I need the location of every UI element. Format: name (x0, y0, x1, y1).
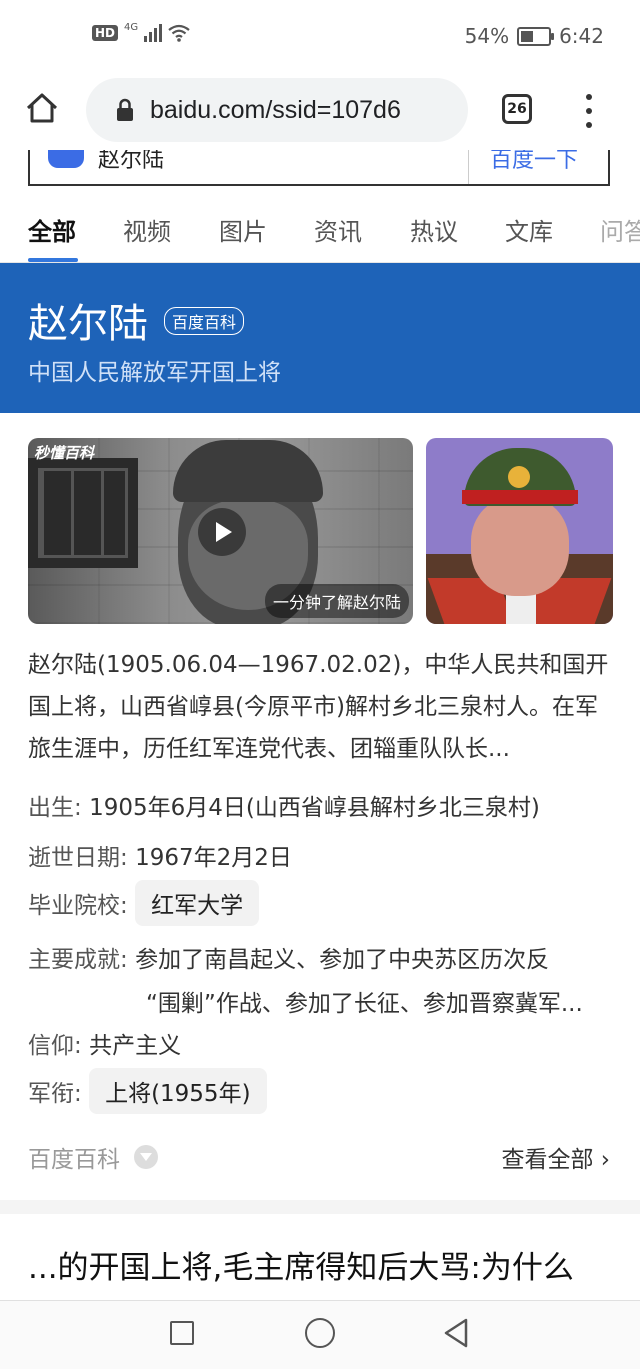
tab-qa[interactable]: 问答 (600, 212, 640, 247)
system-nav-bar (0, 1300, 640, 1369)
source-label: 百度百科 (28, 1147, 120, 1173)
rank-chip[interactable]: 上将(1955年) (89, 1068, 267, 1114)
video-thumbnail[interactable]: 秒懂百科 一分钟了解赵尔陆 (28, 438, 413, 624)
info-birth: 出生: 1905年6月4日(山西省崞县解村乡北三泉村) (28, 788, 618, 822)
achievements-value-line1: 参加了南昌起义、参加了中央苏区历次反 (135, 947, 550, 973)
info-achievements: 主要成就: 参加了南昌起义、参加了中央苏区历次反 (28, 940, 618, 974)
death-label: 逝世日期: (28, 845, 128, 871)
network-type: 4G (124, 21, 139, 33)
portrait-image[interactable] (426, 438, 613, 624)
portrait-face (471, 496, 569, 596)
info-death: 逝世日期: 1967年2月2日 (28, 838, 618, 872)
video-caption: 一分钟了解赵尔陆 (264, 584, 409, 618)
tab-switcher-button[interactable]: 26 (502, 94, 532, 124)
signal-icon (144, 24, 163, 42)
search-button[interactable]: 百度一下 (490, 150, 578, 174)
tab-video[interactable]: 视频 (123, 212, 171, 247)
search-box[interactable]: 赵尔陆 百度一下 (28, 150, 610, 186)
baike-header[interactable]: 赵尔陆 百度百科 中国人民解放军开国上将 (0, 263, 640, 413)
section-divider (0, 1200, 640, 1214)
tab-discussion[interactable]: 热议 (410, 212, 458, 247)
tab-news[interactable]: 资讯 (314, 212, 362, 247)
tab-wenku[interactable]: 文库 (505, 212, 553, 247)
portrait-badge (508, 466, 530, 488)
more-menu-icon[interactable] (582, 94, 596, 128)
achievements-label: 主要成就: (28, 947, 128, 973)
home-icon[interactable] (24, 90, 60, 126)
url-text: baidu.com/ssid=107d6 (150, 95, 401, 124)
status-left: HD 4G (92, 21, 190, 42)
tab-images[interactable]: 图片 (219, 212, 267, 247)
entity-subtitle: 中国人民解放军开国上将 (28, 360, 281, 386)
belief-value: 共产主义 (89, 1033, 182, 1059)
back-icon[interactable] (442, 1317, 470, 1349)
entity-name: 赵尔陆 (28, 301, 148, 347)
video-brand-logo: 秒懂百科 (34, 444, 95, 462)
next-result-title[interactable]: ...的开国上将,毛主席得知后大骂:为什么 (28, 1242, 618, 1287)
play-icon[interactable] (198, 508, 246, 556)
browser-toolbar: baidu.com/ssid=107d6 26 (0, 72, 640, 150)
info-belief: 信仰: 共产主义 (28, 1026, 618, 1060)
recents-icon[interactable] (170, 1321, 194, 1345)
address-bar[interactable]: baidu.com/ssid=107d6 (86, 78, 468, 142)
belief-label: 信仰: (28, 1033, 82, 1059)
hd-icon: HD (92, 25, 119, 41)
card-source[interactable]: 百度百科 (28, 1140, 158, 1174)
tab-all[interactable]: 全部 (28, 212, 76, 247)
birth-value: 1905年6月4日(山西省崞县解村乡北三泉村) (89, 795, 540, 821)
clock: 6:42 (559, 24, 604, 48)
entity-description[interactable]: 赵尔陆(1905.06.04—1967.02.02)，中华人民共和国开国上将，山… (28, 644, 618, 770)
view-all-link[interactable]: 查看全部 › (501, 1140, 610, 1174)
home-nav-icon[interactable] (305, 1318, 335, 1348)
status-bar: HD 4G 54% 6:42 (0, 0, 640, 72)
active-tab-indicator (28, 258, 78, 262)
info-rank: 军衔: 上将(1955年) (28, 1068, 618, 1114)
video-window (28, 458, 138, 568)
search-divider (468, 150, 469, 184)
baidu-logo-icon (48, 150, 84, 168)
school-chip[interactable]: 红军大学 (135, 880, 260, 926)
view-all-label: 查看全部 (501, 1147, 594, 1173)
battery-icon (517, 26, 555, 46)
info-school: 毕业院校: 红军大学 (28, 880, 618, 926)
school-label: 毕业院校: (28, 893, 128, 919)
chevron-right-icon: › (600, 1147, 610, 1173)
wifi-icon (168, 24, 190, 42)
portrait-hatband (462, 490, 578, 504)
category-tabs: 全部 视频 图片 资讯 热议 文库 问答 (0, 188, 640, 263)
chevron-down-icon[interactable] (134, 1145, 158, 1169)
achievements-value-line2: “围剿”作战、参加了长征、参加晋察冀军... (146, 991, 583, 1017)
rank-label: 军衔: (28, 1081, 82, 1107)
death-value: 1967年2月2日 (135, 845, 292, 871)
video-cap (173, 440, 323, 502)
search-input[interactable]: 赵尔陆 (98, 150, 164, 174)
battery-percent: 54% (464, 24, 510, 48)
status-right: 54% 6:42 (465, 24, 604, 48)
lock-icon (117, 98, 133, 121)
birth-label: 出生: (28, 795, 82, 821)
baike-badge: 百度百科 (164, 307, 245, 335)
